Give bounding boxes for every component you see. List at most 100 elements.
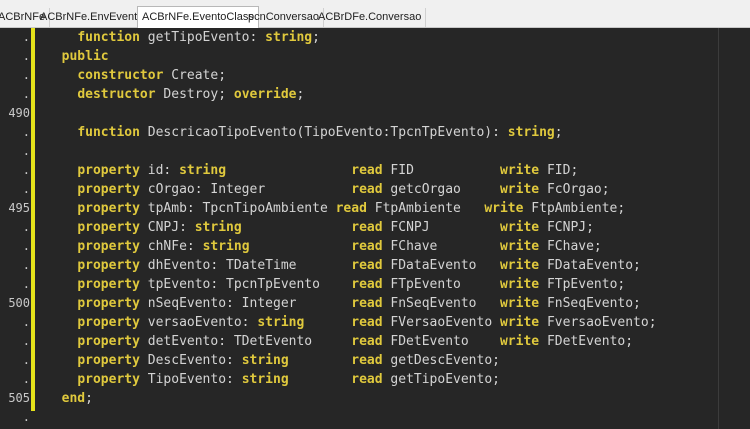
keyword-token: property [77,277,140,292]
code-token: getTipoEvento; [382,372,500,387]
keyword-token: string [179,163,227,178]
code-text: property dhEvento: TDateTime read FDataE… [46,256,641,275]
keyword-token: read [335,201,367,216]
keyword-token: string [265,30,313,45]
keyword-token: read [351,258,383,273]
code-line: 490 [0,104,750,123]
keyword-token: write [499,258,540,273]
tab-acbrnfe-envevento[interactable]: ACBrNFe.EnvEvento [36,8,149,27]
keyword-token: read [351,182,383,197]
code-token: Destroy; [155,87,234,102]
code-text: property chNFe: string read FChave write… [46,237,602,256]
code-token: FtpAmbiente; [523,201,626,216]
code-line: 500 property nSeqEvento: Integer read Fn… [0,294,750,313]
code-token: FtpAmbiente [366,201,485,216]
keyword-token: write [500,239,540,254]
code-token: Create; [163,68,227,83]
code-text: property versaoEvento: string read FVers… [46,313,656,332]
keyword-token: write [484,201,524,216]
code-line: . property TipoEvento: string read getTi… [0,370,750,389]
code-line: . property id: string read FID write FID… [0,161,750,180]
code-line: . function getTipoEvento: string; [0,28,750,47]
keyword-token: write [499,334,540,349]
code-text: property nSeqEvento: Integer read FnSeqE… [46,294,641,313]
keyword-token: write [500,163,540,178]
code-text: property tpEvento: TpcnTpEvento read FTp… [46,275,625,294]
code-line: . property tpEvento: TpcnTpEvento read F… [0,275,750,294]
keyword-token: string [241,353,289,368]
keyword-token: property [77,334,140,349]
keyword-token: write [499,296,540,311]
keyword-token: read [351,220,383,235]
line-number: . [22,125,30,139]
keyword-token: public [61,49,109,64]
code-editor[interactable]: . function getTipoEvento: string;. publi… [0,28,750,429]
line-number: . [22,372,30,386]
code-token: FCNPJ; [539,220,594,235]
tab-acbrdfe-conversao[interactable]: ACBrDFe.Conversao [314,8,427,27]
tab-bar: ACBrNFe ACBrNFe.EnvEvento ACBrNFe.EventoCl… [0,0,750,28]
keyword-token: string [202,239,250,254]
keyword-token: read [351,334,383,349]
code-text: property cOrgao: Integer read getcOrgao … [46,180,610,199]
code-token: id: [139,163,180,178]
line-number: . [22,182,30,196]
code-line: . function DescricaoTipoEvento(TipoEvent… [0,123,750,142]
code-token: FChave; [539,239,602,254]
code-text: property tpAmb: TpcnTipoAmbiente read Ft… [46,199,625,218]
code-token: FTpEvento [382,277,500,292]
code-token: DescEvento: [139,353,242,368]
code-text: destructor Destroy; override; [46,85,304,104]
code-token: FVersaoEvento [382,315,500,330]
keyword-token: string [194,220,242,235]
code-token: nSeqEvento: Integer [139,296,352,311]
keyword-token: property [77,201,140,216]
line-number: . [22,220,30,234]
line-number: . [22,258,30,272]
keyword-token: property [77,372,140,387]
code-line: . property DescEvento: string read getDe… [0,351,750,370]
code-token: FID; [539,163,579,178]
code-token: FnSeqEvento; [539,296,641,311]
line-number: . [22,277,30,291]
keyword-token: property [77,163,140,178]
keyword-token: string [241,372,289,387]
code-line: 505 end; [0,389,750,408]
code-token: chNFe: [139,239,203,254]
code-token: CNPJ: [139,220,195,235]
code-token: ; [85,391,93,406]
keyword-token: property [77,220,140,235]
code-token: ; [312,30,320,45]
tab-acbrnfe-eventoclass[interactable]: ACBrNFe.EventoClass [137,6,259,28]
code-token: detEvento: TDetEvento [139,334,352,349]
code-token: FTpEvento; [539,277,626,292]
code-token: FDetEvento [382,334,500,349]
line-number: . [22,87,30,101]
keyword-token: read [351,239,383,254]
code-token: versaoEvento: [139,315,258,330]
keyword-token: read [351,296,383,311]
line-number: . [22,315,30,329]
code-line: . property dhEvento: TDateTime read FDat… [0,256,750,275]
code-line: . property detEvento: TDetEvento read FD… [0,332,750,351]
line-number: . [22,144,30,158]
code-line: . [0,142,750,161]
keyword-token: write [500,315,540,330]
code-token: FcOrgao; [539,182,610,197]
keyword-token: string [257,315,305,330]
code-token: FCNPJ [382,220,500,235]
tab-pcnconversao[interactable]: pcnConversao [244,8,324,27]
